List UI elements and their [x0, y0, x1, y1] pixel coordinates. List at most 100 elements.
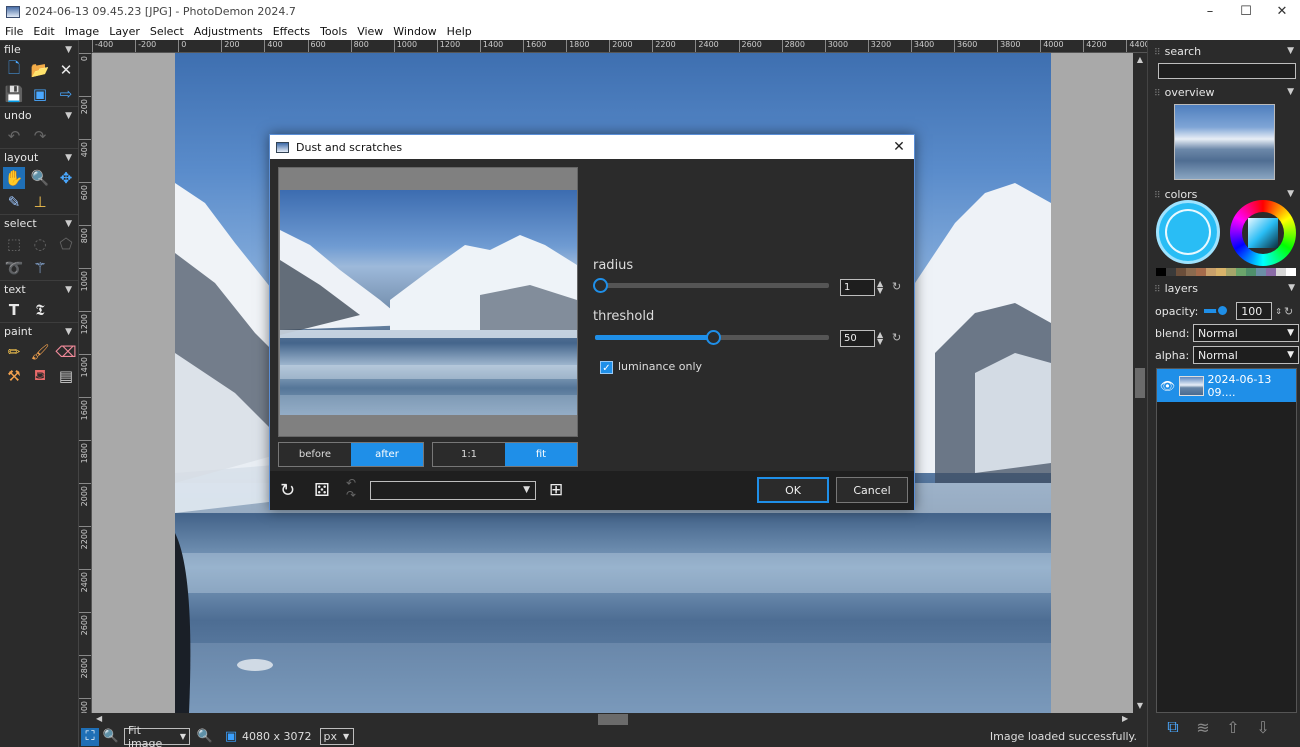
- randomize-dice-icon[interactable]: ⚄: [314, 480, 330, 501]
- toolbox-section-select[interactable]: select ▼: [0, 214, 78, 232]
- save-as-icon[interactable]: ▣: [29, 83, 51, 105]
- threshold-slider-knob[interactable]: [706, 330, 721, 345]
- preview-image[interactable]: [280, 190, 577, 415]
- lasso-select-icon[interactable]: ➰: [3, 257, 25, 279]
- layer-list[interactable]: 👁 2024-06-13 09....: [1156, 368, 1297, 713]
- radius-slider-knob[interactable]: [593, 278, 608, 293]
- move-layer-up-icon[interactable]: ⇧: [1222, 716, 1244, 738]
- merge-layer-icon[interactable]: ≋: [1192, 716, 1214, 738]
- color-wheel[interactable]: [1230, 200, 1296, 266]
- brush-icon[interactable]: 🖌: [29, 341, 51, 363]
- color-palette[interactable]: [1156, 268, 1296, 276]
- primary-color-swatch[interactable]: [1156, 200, 1220, 264]
- ellipse-select-icon[interactable]: ◌: [29, 233, 51, 255]
- menu-file[interactable]: File: [0, 25, 28, 38]
- overview-thumbnail[interactable]: [1173, 104, 1275, 180]
- layer-row[interactable]: 👁 2024-06-13 09....: [1157, 369, 1296, 402]
- toolbox-section-text[interactable]: text ▼: [0, 280, 78, 298]
- zoom-out-icon[interactable]: 🔍: [102, 728, 120, 746]
- redo-icon[interactable]: ↷: [29, 125, 51, 147]
- reset-icon[interactable]: ↻: [1284, 305, 1293, 318]
- magic-wand-icon[interactable]: ⚚: [29, 257, 51, 279]
- threshold-spin-arrows-icon[interactable]: ▲ ▼: [877, 331, 887, 346]
- save-icon[interactable]: 💾: [3, 83, 25, 105]
- menu-help[interactable]: Help: [442, 25, 477, 38]
- blend-mode-dropdown[interactable]: Normal ▼: [1193, 324, 1299, 342]
- threshold-reset-icon[interactable]: ↻: [892, 331, 901, 344]
- zoom-in-icon[interactable]: 🔍: [196, 728, 214, 746]
- one-to-one-button[interactable]: 1:1: [433, 443, 505, 466]
- radius-reset-icon[interactable]: ↻: [892, 280, 901, 293]
- overview-section-header[interactable]: ⠿ overview ▼: [1148, 83, 1300, 101]
- luminance-only-label[interactable]: luminance only: [618, 360, 702, 373]
- toolbox-section-layout[interactable]: layout ▼: [0, 148, 78, 166]
- scroll-right-icon[interactable]: ▶: [1122, 714, 1128, 723]
- export-icon[interactable]: ⇨: [55, 83, 77, 105]
- before-button[interactable]: before: [279, 443, 351, 466]
- vertical-scrollbar[interactable]: ▲ ▼: [1133, 53, 1147, 713]
- hand-tool-icon[interactable]: ✋: [3, 167, 25, 189]
- pencil-icon[interactable]: ✏: [3, 341, 25, 363]
- undo-redo-icon[interactable]: ↶ ↷: [346, 477, 356, 501]
- zoom-tool-icon[interactable]: 🔍: [29, 167, 51, 189]
- eye-icon[interactable]: 👁: [1160, 379, 1175, 393]
- menu-window[interactable]: Window: [388, 25, 441, 38]
- menu-tools[interactable]: Tools: [315, 25, 352, 38]
- menu-layer[interactable]: Layer: [104, 25, 145, 38]
- measure-tool-icon[interactable]: ⊥: [29, 191, 51, 213]
- opacity-slider[interactable]: [1204, 304, 1232, 318]
- cancel-button[interactable]: Cancel: [836, 477, 908, 503]
- horizontal-scroll-thumb[interactable]: [598, 714, 628, 725]
- clone-stamp-icon[interactable]: ⚒: [3, 365, 25, 387]
- spin-arrows-icon[interactable]: ⇕: [1275, 307, 1282, 316]
- open-folder-icon[interactable]: 📂: [29, 59, 51, 81]
- fill-bucket-icon[interactable]: ⛾: [29, 365, 51, 387]
- layers-section-header[interactable]: ⠿ layers ▼: [1148, 279, 1300, 297]
- ok-button[interactable]: OK: [757, 477, 829, 503]
- zoom-dropdown[interactable]: Fit image ▼: [124, 724, 190, 747]
- fit-button[interactable]: fit: [505, 443, 577, 466]
- move-layer-down-icon[interactable]: ⇩: [1252, 716, 1274, 738]
- menu-image[interactable]: Image: [60, 25, 104, 38]
- radius-input[interactable]: 1: [840, 279, 875, 296]
- scroll-up-icon[interactable]: ▲: [1135, 55, 1145, 65]
- scroll-down-icon[interactable]: ▼: [1135, 701, 1145, 711]
- search-input[interactable]: [1158, 63, 1296, 79]
- reset-all-icon[interactable]: ↻: [280, 480, 295, 501]
- preset-dropdown[interactable]: ▼: [370, 481, 536, 500]
- minimize-button[interactable]: –: [1192, 0, 1228, 23]
- eraser-icon[interactable]: ⌫: [55, 341, 77, 363]
- toolbox-section-paint[interactable]: paint ▼: [0, 322, 78, 340]
- opacity-input[interactable]: 100: [1236, 302, 1273, 320]
- close-image-icon[interactable]: ✕: [55, 59, 77, 81]
- luminance-only-checkbox[interactable]: ✓: [600, 361, 613, 374]
- menu-select[interactable]: Select: [145, 25, 189, 38]
- unit-dropdown[interactable]: px ▼: [319, 728, 354, 745]
- move-tool-icon[interactable]: ✥: [55, 167, 77, 189]
- save-preset-icon[interactable]: ⊞: [549, 480, 563, 500]
- maximize-button[interactable]: ☐: [1228, 0, 1264, 23]
- radius-spin-arrows-icon[interactable]: ▲ ▼: [877, 280, 887, 295]
- menu-edit[interactable]: Edit: [28, 25, 59, 38]
- text-tool-icon[interactable]: T: [3, 299, 25, 321]
- close-window-button[interactable]: ✕: [1264, 0, 1300, 23]
- gradient-icon[interactable]: ▤: [55, 365, 77, 387]
- new-file-icon[interactable]: 🗋: [3, 59, 25, 81]
- vertical-scroll-thumb[interactable]: [1135, 368, 1145, 398]
- typography-tool-icon[interactable]: 𝕿: [29, 299, 51, 321]
- scroll-left-icon[interactable]: ◀: [96, 714, 102, 723]
- rect-select-icon[interactable]: ⬚: [3, 233, 25, 255]
- toolbox-section-undo[interactable]: undo ▼: [0, 106, 78, 124]
- horizontal-scrollbar[interactable]: ◀ ▶: [92, 713, 1133, 726]
- polygon-select-icon[interactable]: ⬠: [55, 233, 77, 255]
- toolbox-section-file[interactable]: file ▼: [0, 40, 78, 58]
- dialog-close-button[interactable]: ✕: [890, 138, 908, 156]
- after-button[interactable]: after: [351, 443, 423, 466]
- fit-screen-icon[interactable]: ⛶: [81, 727, 99, 746]
- radius-slider[interactable]: [593, 278, 829, 293]
- threshold-input[interactable]: 50: [840, 330, 875, 347]
- search-section-header[interactable]: ⠿ search ▼: [1148, 42, 1300, 60]
- menu-view[interactable]: View: [352, 25, 388, 38]
- alpha-mode-dropdown[interactable]: Normal ▼: [1193, 346, 1299, 364]
- menu-effects[interactable]: Effects: [268, 25, 315, 38]
